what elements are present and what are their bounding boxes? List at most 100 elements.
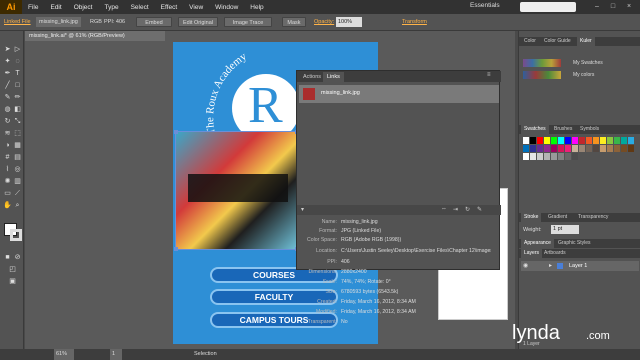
layer-row[interactable]: ◉ ▸ Layer 1 — [521, 261, 639, 271]
swatch[interactable] — [565, 153, 571, 160]
swatch[interactable] — [572, 137, 578, 144]
tab-swatches[interactable]: Swatches — [521, 125, 549, 134]
width-tool-icon[interactable]: ≋ — [3, 129, 12, 138]
linked-file-name[interactable]: missing_link.jpg — [36, 17, 81, 27]
swatch[interactable] — [600, 137, 606, 144]
tab-color-guide[interactable]: Color Guide — [541, 37, 574, 46]
current-tool-status[interactable]: Selection — [194, 349, 217, 360]
rotate-tool-icon[interactable]: ↻ — [3, 117, 12, 126]
swatch[interactable] — [600, 145, 606, 152]
tab-kuler[interactable]: Kuler — [577, 37, 595, 46]
swatch[interactable] — [614, 145, 620, 152]
update-link-icon[interactable]: ↻ — [465, 206, 470, 213]
swatch[interactable] — [530, 137, 536, 144]
tab-symbols[interactable]: Symbols — [577, 125, 602, 134]
lasso-tool-icon[interactable]: ◌ — [13, 57, 22, 66]
tab-brushes[interactable]: Brushes — [551, 125, 575, 134]
rectangle-tool-icon[interactable]: □ — [13, 81, 22, 90]
mesh-tool-icon[interactable]: # — [3, 153, 12, 162]
gradient-tool-icon[interactable]: ▤ — [13, 153, 22, 162]
swatch[interactable] — [579, 145, 585, 152]
perspective-grid-tool-icon[interactable]: ▦ — [13, 141, 22, 150]
tab-actions[interactable]: Actions — [299, 72, 325, 82]
swatch[interactable] — [523, 137, 529, 144]
kuler-item-my-colors[interactable]: My colors — [573, 72, 594, 78]
magic-wand-tool-icon[interactable]: ✦ — [3, 57, 12, 66]
opacity-input[interactable]: 100% — [336, 17, 362, 27]
swatch[interactable] — [607, 137, 613, 144]
swatch[interactable] — [586, 145, 592, 152]
edit-original-icon[interactable]: ✎ — [477, 206, 482, 213]
swatch[interactable] — [593, 145, 599, 152]
stroke-color-swatch[interactable] — [10, 229, 22, 241]
tab-layers[interactable]: Layers — [521, 249, 543, 258]
expand-arrow-icon[interactable]: ▸ — [549, 262, 552, 269]
line-tool-icon[interactable]: ╱ — [3, 81, 12, 90]
swatch[interactable] — [572, 145, 578, 152]
maximize-icon[interactable]: □ — [606, 2, 620, 11]
selection-handle[interactable] — [174, 130, 178, 134]
slice-tool-icon[interactable]: ⟋ — [13, 189, 22, 198]
menu-effect[interactable]: Effect — [155, 4, 184, 11]
blob-brush-tool-icon[interactable]: ◍ — [3, 105, 12, 114]
swatch[interactable] — [530, 153, 536, 160]
menu-window[interactable]: Window — [209, 4, 244, 11]
embed-button[interactable]: Embed — [136, 17, 172, 27]
visibility-eye-icon[interactable]: ◉ — [523, 262, 528, 269]
edit-original-button[interactable]: Edit Original — [178, 17, 218, 27]
swatch-grid[interactable] — [523, 137, 637, 193]
artboard-number[interactable]: 1 — [110, 349, 122, 360]
paintbrush-tool-icon[interactable]: ✎ — [3, 93, 12, 102]
symbol-sprayer-tool-icon[interactable]: ✺ — [3, 177, 12, 186]
swatch[interactable] — [523, 153, 529, 160]
mask-button[interactable]: Mask — [282, 17, 306, 27]
kuler-theme-swatches[interactable] — [523, 59, 561, 67]
swatch[interactable] — [551, 153, 557, 160]
swatch[interactable] — [537, 145, 543, 152]
layer-name[interactable]: Layer 1 — [569, 263, 587, 269]
blend-tool-icon[interactable]: ◎ — [13, 165, 22, 174]
minimize-icon[interactable]: – — [590, 2, 604, 11]
tab-color[interactable]: Color — [521, 37, 539, 46]
pencil-tool-icon[interactable]: ✏ — [13, 93, 22, 102]
panel-menu-icon[interactable]: ≡ — [487, 72, 491, 78]
swatch[interactable] — [628, 137, 634, 144]
go-to-link-icon[interactable]: ⇥ — [453, 206, 458, 213]
menu-type[interactable]: Type — [98, 4, 124, 11]
swatch[interactable] — [572, 153, 578, 160]
tab-appearance[interactable]: Appearance — [521, 239, 554, 248]
relink-icon[interactable]: ⇔ — [441, 206, 447, 212]
screen-mode-icon[interactable]: ▣ — [8, 277, 17, 286]
swatch[interactable] — [607, 145, 613, 152]
menu-object[interactable]: Object — [68, 4, 99, 11]
swatch[interactable] — [558, 153, 564, 160]
free-transform-tool-icon[interactable]: ⬚ — [13, 129, 22, 138]
swatch[interactable] — [565, 137, 571, 144]
swatch[interactable] — [558, 145, 564, 152]
search-input[interactable] — [520, 2, 576, 12]
swatch[interactable] — [530, 145, 536, 152]
hand-tool-icon[interactable]: ✋ — [3, 201, 12, 210]
transform-link[interactable]: Transform — [402, 17, 427, 27]
type-tool-icon[interactable]: T — [13, 69, 22, 78]
column-graph-tool-icon[interactable]: ▥ — [13, 177, 22, 186]
swatch[interactable] — [628, 145, 634, 152]
opacity-label[interactable]: Opacity: — [314, 17, 334, 27]
link-list-item[interactable]: missing_link.jpg — [299, 85, 499, 103]
swatch[interactable] — [544, 137, 550, 144]
swatch[interactable] — [621, 145, 627, 152]
menu-view[interactable]: View — [183, 4, 209, 11]
menu-file[interactable]: File — [22, 4, 44, 11]
kuler-theme-swatches[interactable] — [523, 71, 561, 79]
swatch[interactable] — [586, 137, 592, 144]
menu-edit[interactable]: Edit — [44, 4, 67, 11]
swatch[interactable] — [579, 137, 585, 144]
zoom-select[interactable]: 61% — [54, 349, 74, 360]
stroke-weight-input[interactable]: 1 pt — [551, 225, 579, 234]
swatch[interactable] — [523, 145, 529, 152]
tab-transparency[interactable]: Transparency — [575, 213, 611, 222]
swatch[interactable] — [551, 145, 557, 152]
draw-mode-icon[interactable]: ◰ — [8, 265, 17, 274]
tab-artboards[interactable]: Artboards — [541, 249, 569, 258]
show-info-toggle-icon[interactable]: ▾ — [301, 206, 304, 213]
